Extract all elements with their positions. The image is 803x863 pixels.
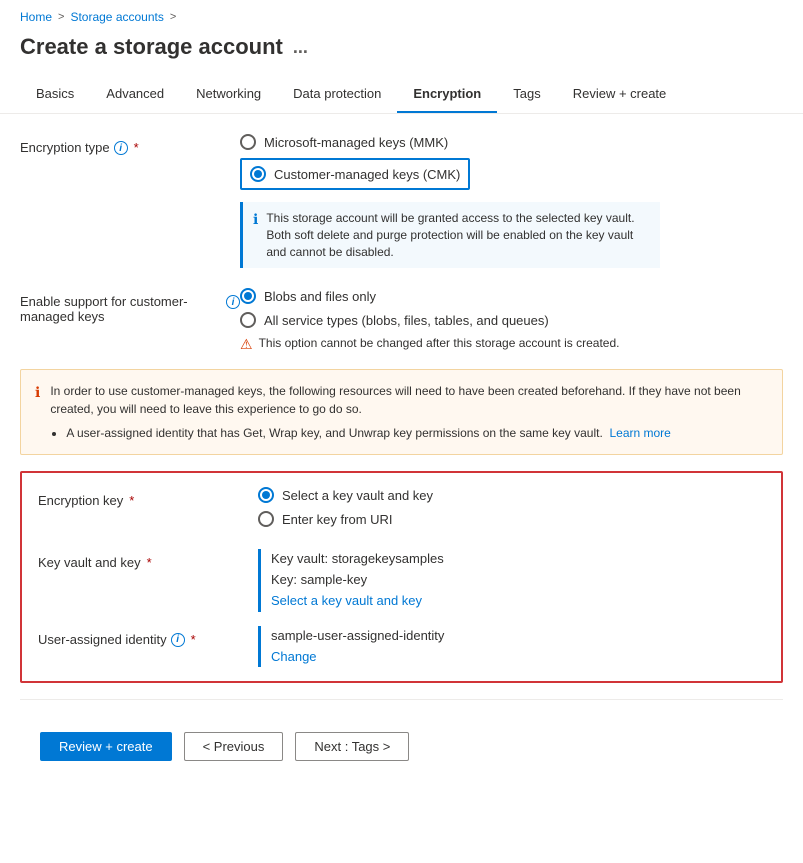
page-title: Create a storage account — [20, 34, 283, 60]
tab-networking[interactable]: Networking — [180, 76, 277, 113]
encryption-type-input-col: Microsoft-managed keys (MMK) Customer-ma… — [240, 134, 783, 272]
page-title-dots[interactable]: ... — [293, 37, 308, 58]
cmk-info-icon: ℹ — [253, 211, 258, 260]
user-identity-row: User-assigned identity i * sample-user-a… — [38, 626, 765, 668]
radio-all-services-label: All service types (blobs, files, tables,… — [264, 313, 549, 328]
user-identity-value: sample-user-assigned-identity Change — [258, 626, 765, 668]
encryption-type-required: * — [134, 140, 139, 155]
user-identity-info: sample-user-assigned-identity Change — [271, 626, 765, 668]
radio-cmk-circle — [250, 166, 266, 182]
radio-mmk-circle — [240, 134, 256, 150]
cmk-support-label: Enable support for customer-managed keys… — [20, 292, 240, 324]
encryption-type-label-col: Encryption type i * — [20, 134, 240, 155]
content-area: Encryption type i * Microsoft-managed ke… — [0, 114, 803, 797]
radio-select-key-vault-circle — [258, 487, 274, 503]
user-identity-required: * — [191, 632, 196, 647]
warning-icon: ⚠ — [240, 336, 253, 353]
tab-data-protection[interactable]: Data protection — [277, 76, 397, 113]
notice-box: ℹ In order to use customer-managed keys,… — [20, 369, 783, 455]
tab-bar: Basics Advanced Networking Data protecti… — [0, 76, 803, 114]
radio-select-key-vault-label: Select a key vault and key — [282, 488, 433, 503]
cmk-info-box: ℹ This storage account will be granted a… — [240, 202, 660, 268]
radio-all-services-circle — [240, 312, 256, 328]
encryption-type-info-icon[interactable]: i — [114, 141, 128, 155]
encryption-type-label: Encryption type i * — [20, 138, 240, 155]
notice-text: In order to use customer-managed keys, t… — [50, 382, 768, 442]
cmk-info-text: This storage account will be granted acc… — [266, 210, 650, 260]
learn-more-link[interactable]: Learn more — [609, 426, 670, 440]
page-title-container: Create a storage account ... — [0, 30, 803, 76]
key-vault-label: Key vault and key * — [38, 553, 258, 570]
radio-all-services[interactable]: All service types (blobs, files, tables,… — [240, 312, 783, 328]
key-vault-label-col: Key vault and key * — [38, 549, 258, 570]
footer-divider — [20, 699, 783, 700]
tab-advanced[interactable]: Advanced — [90, 76, 180, 113]
cmk-support-label-col: Enable support for customer-managed keys… — [20, 288, 240, 324]
change-identity-link[interactable]: Change — [271, 647, 765, 668]
radio-blobs-circle — [240, 288, 256, 304]
breadcrumb-storage-accounts[interactable]: Storage accounts — [70, 10, 163, 24]
radio-cmk-label: Customer-managed keys (CMK) — [274, 167, 460, 182]
user-identity-label: User-assigned identity i * — [38, 630, 258, 647]
select-key-vault-link[interactable]: Select a key vault and key — [271, 591, 765, 612]
radio-enter-uri-label: Enter key from URI — [282, 512, 393, 527]
user-identity-label-col: User-assigned identity i * — [38, 626, 258, 647]
notice-icon: ℹ — [35, 384, 40, 442]
cmk-warning-box: ⚠ This option cannot be changed after th… — [240, 336, 783, 353]
radio-cmk-box[interactable]: Customer-managed keys (CMK) — [240, 158, 470, 190]
notice-bullet-1: A user-assigned identity that has Get, W… — [66, 424, 768, 442]
cmk-support-row: Enable support for customer-managed keys… — [20, 288, 783, 353]
encryption-key-label: Encryption key * — [38, 491, 258, 508]
radio-enter-uri[interactable]: Enter key from URI — [258, 511, 765, 527]
cmk-support-info-icon[interactable]: i — [226, 295, 240, 309]
key-vault-input-col: Key vault: storagekeysamples Key: sample… — [258, 549, 765, 611]
encryption-type-row: Encryption type i * Microsoft-managed ke… — [20, 134, 783, 272]
review-create-button[interactable]: Review + create — [40, 732, 172, 761]
tab-basics[interactable]: Basics — [20, 76, 90, 113]
radio-blobs-label: Blobs and files only — [264, 289, 376, 304]
encryption-key-row: Encryption key * Select a key vault and … — [38, 487, 765, 535]
warning-text: This option cannot be changed after this… — [259, 336, 620, 350]
radio-select-key-vault[interactable]: Select a key vault and key — [258, 487, 765, 503]
encryption-bordered-section: Encryption key * Select a key vault and … — [20, 471, 783, 683]
tab-review-create[interactable]: Review + create — [557, 76, 683, 113]
key-vault-required: * — [147, 555, 152, 570]
user-identity-name: sample-user-assigned-identity — [271, 628, 444, 643]
encryption-key-label-col: Encryption key * — [38, 487, 258, 508]
key-vault-row: Key vault and key * Key vault: storageke… — [38, 549, 765, 611]
breadcrumb-sep2: > — [170, 11, 176, 23]
breadcrumb-sep1: > — [58, 11, 64, 23]
encryption-key-input-col: Select a key vault and key Enter key fro… — [258, 487, 765, 535]
key-vault-value: Key vault: storagekeysamples Key: sample… — [258, 549, 765, 611]
next-button[interactable]: Next : Tags > — [295, 732, 409, 761]
key-vault-info: Key vault: storagekeysamples Key: sample… — [271, 549, 765, 611]
radio-blobs-files[interactable]: Blobs and files only — [240, 288, 783, 304]
tab-encryption[interactable]: Encryption — [397, 76, 497, 113]
key-vault-name: Key vault: storagekeysamples — [271, 551, 444, 566]
radio-mmk-label: Microsoft-managed keys (MMK) — [264, 135, 448, 150]
breadcrumb: Home > Storage accounts > — [0, 0, 803, 30]
encryption-key-required: * — [129, 493, 134, 508]
footer-buttons: Review + create < Previous Next : Tags > — [20, 716, 783, 777]
key-name: Key: sample-key — [271, 572, 367, 587]
user-identity-info-icon[interactable]: i — [171, 633, 185, 647]
tab-tags[interactable]: Tags — [497, 76, 556, 113]
user-identity-input-col: sample-user-assigned-identity Change — [258, 626, 765, 668]
previous-button[interactable]: < Previous — [184, 732, 284, 761]
radio-enter-uri-circle — [258, 511, 274, 527]
breadcrumb-home[interactable]: Home — [20, 10, 52, 24]
cmk-support-input-col: Blobs and files only All service types (… — [240, 288, 783, 353]
radio-mmk[interactable]: Microsoft-managed keys (MMK) — [240, 134, 783, 150]
